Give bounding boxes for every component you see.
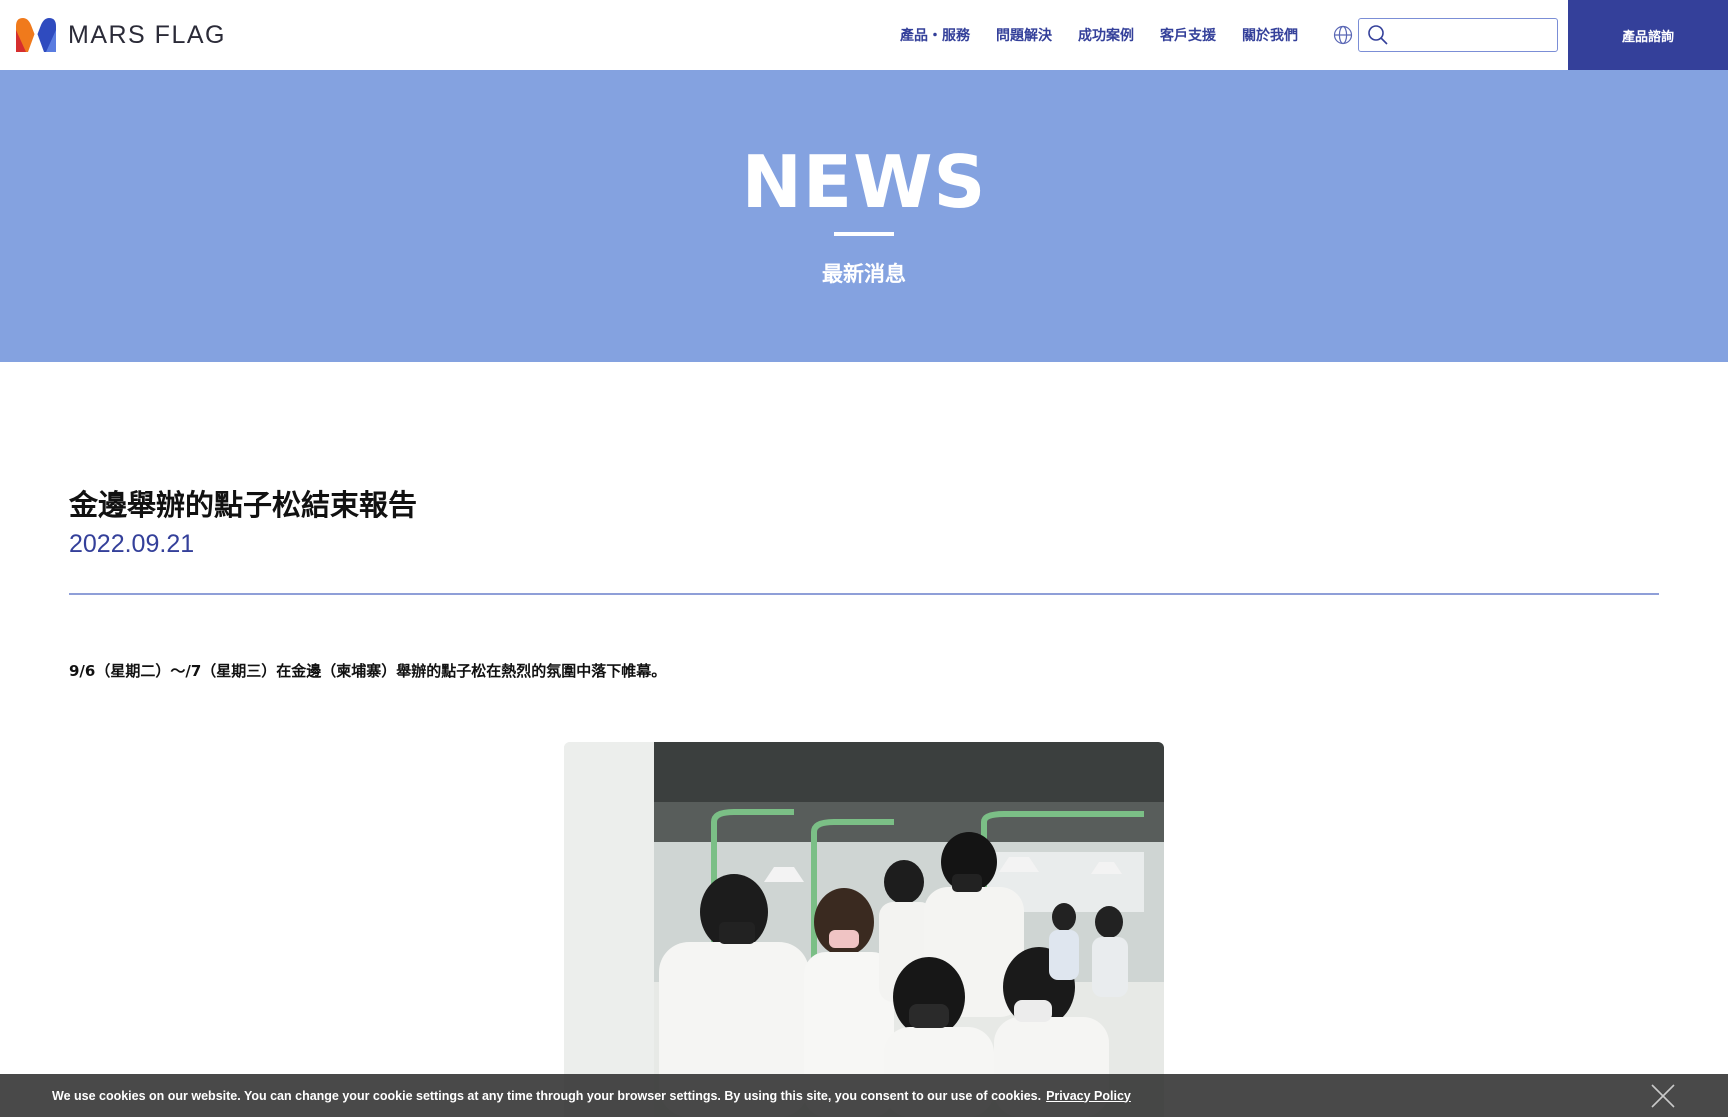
nav-item-about[interactable]: 關於我們 bbox=[1242, 25, 1298, 45]
article-divider bbox=[69, 593, 1659, 595]
site-header: MARS FLAG 產品・服務 問題解決 成功案例 客戶支援 關於我們 產品諮詢 bbox=[0, 0, 1728, 70]
nav-item-support[interactable]: 客戶支援 bbox=[1160, 25, 1216, 45]
article-body: 9/6（星期二）～/7（星期三）在金邊（柬埔寨）舉辦的點子松在熱烈的氛圍中落下帷… bbox=[69, 662, 667, 680]
article-date: 2022.09.21 bbox=[69, 530, 195, 558]
article-photo bbox=[564, 742, 1164, 1117]
article-title: 金邊舉辦的點子松結束報告 bbox=[69, 488, 418, 522]
search-box bbox=[1358, 18, 1558, 52]
hero-banner: NEWS 最新消息 bbox=[0, 70, 1728, 362]
privacy-policy-link[interactable]: Privacy Policy bbox=[1046, 1089, 1131, 1103]
nav-item-cases[interactable]: 成功案例 bbox=[1078, 25, 1134, 45]
close-icon[interactable] bbox=[1650, 1083, 1676, 1109]
brand-name: MARS FLAG bbox=[68, 20, 226, 49]
logo-m-icon bbox=[16, 18, 56, 52]
cookie-banner: We use cookies on our website. You can c… bbox=[0, 1074, 1728, 1117]
hero-title: NEWS bbox=[741, 140, 987, 224]
inquiry-button[interactable]: 產品諮詢 bbox=[1568, 0, 1728, 70]
nav-item-products[interactable]: 產品・服務 bbox=[900, 25, 970, 45]
search-input[interactable] bbox=[1395, 20, 1555, 50]
search-icon[interactable] bbox=[1367, 24, 1389, 46]
globe-icon[interactable] bbox=[1333, 25, 1353, 45]
cookie-message: We use cookies on our website. You can c… bbox=[52, 1088, 1042, 1103]
main-nav: 產品・服務 問題解決 成功案例 客戶支援 關於我們 bbox=[900, 0, 1324, 70]
photo-illustration bbox=[564, 742, 1164, 1117]
brand-logo[interactable]: MARS FLAG bbox=[14, 14, 226, 56]
page: MARS FLAG 產品・服務 問題解決 成功案例 客戶支援 關於我們 產品諮詢… bbox=[0, 0, 1728, 1117]
hero-subtitle: 最新消息 bbox=[822, 262, 906, 286]
hero-divider bbox=[834, 232, 894, 236]
nav-item-solutions[interactable]: 問題解決 bbox=[996, 25, 1052, 45]
